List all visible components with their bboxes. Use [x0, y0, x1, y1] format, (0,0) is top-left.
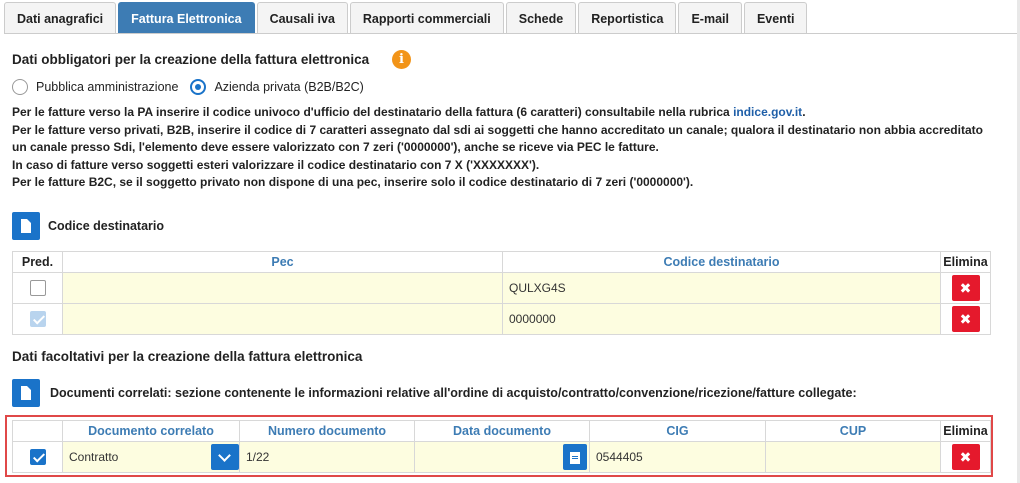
elimina-cell: ✖: [940, 272, 991, 304]
col-header-elimina: Elimina: [940, 251, 991, 273]
info-icon[interactable]: i: [392, 50, 411, 69]
documenti-correlati-table: Documento correlato Numero documento Dat…: [12, 420, 991, 473]
calendar-icon[interactable]: [563, 444, 587, 470]
add-codice-destinatario-button[interactable]: [12, 212, 40, 240]
document-icon: [21, 386, 31, 400]
instructions-text: Per le fatture verso la PA inserire il c…: [12, 104, 997, 192]
radio-label-pa: Pubblica amministrazione: [36, 80, 179, 94]
col-header-cup[interactable]: CUP: [765, 420, 941, 442]
indice-gov-link[interactable]: indice.gov.it: [733, 105, 802, 119]
tab-reportistica[interactable]: Reportistica: [578, 2, 677, 34]
recipient-type-radio-group: Pubblica amministrazione Azienda privata…: [12, 79, 376, 95]
elimina-cell: ✖: [940, 303, 991, 335]
table-row: QULXG4S ✖: [12, 272, 991, 304]
col-header-documento[interactable]: Documento correlato: [62, 420, 240, 442]
tab-bar: Dati anagrafici Fattura Elettronica Caus…: [4, 2, 809, 34]
row-checkbox[interactable]: [29, 449, 46, 465]
table-row: Contratto 1/22 0544405 ✖: [12, 441, 991, 473]
tab-eventi[interactable]: Eventi: [743, 2, 808, 34]
cup-field[interactable]: [765, 441, 941, 473]
radio-label-privata: Azienda privata (B2B/B2C): [214, 80, 364, 94]
optional-title: Dati facoltativi per la creazione della …: [12, 349, 363, 364]
tab-divider: [4, 33, 1020, 34]
table-header: Documento correlato Numero documento Dat…: [12, 420, 991, 442]
delete-button[interactable]: ✖: [951, 444, 980, 470]
codice-destinatario-label: Codice destinatario: [48, 219, 164, 233]
tab-fattura-elettronica[interactable]: Fattura Elettronica: [118, 2, 255, 34]
chevron-down-icon[interactable]: [211, 444, 239, 470]
col-header-elimina: Elimina: [940, 420, 991, 442]
elimina-cell: ✖: [940, 441, 991, 473]
radio-azienda-privata[interactable]: [190, 79, 207, 95]
codice-field[interactable]: QULXG4S: [502, 272, 941, 304]
instruction-text: Per le fatture verso la PA inserire il c…: [12, 105, 734, 119]
instruction-line-b2c: Per le fatture B2C, se il soggetto priva…: [12, 175, 694, 189]
col-header-numero[interactable]: Numero documento: [239, 420, 415, 442]
tab-schede[interactable]: Schede: [505, 2, 577, 34]
instruction-line-pa: Per le fatture verso la PA inserire il c…: [12, 104, 997, 122]
radio-pubblica-amministrazione[interactable]: [12, 79, 28, 95]
cig-field[interactable]: 0544405: [589, 441, 766, 473]
documenti-correlati-label: Documenti correlati: sezione contenente …: [50, 386, 857, 400]
col-header-cig[interactable]: CIG: [589, 420, 766, 442]
codice-field[interactable]: 0000000: [502, 303, 941, 335]
col-header-codice[interactable]: Codice destinatario: [502, 251, 941, 273]
col-header-pred: Pred.: [12, 251, 63, 273]
pred-cell: [12, 272, 63, 304]
codice-destinatario-table: Pred. Pec Codice destinatario Elimina QU…: [12, 251, 991, 335]
delete-button[interactable]: ✖: [951, 275, 980, 301]
numero-field[interactable]: 1/22: [239, 441, 415, 473]
pred-checkbox[interactable]: [29, 311, 46, 327]
table-row: 0000000 ✖: [12, 303, 991, 335]
tab-causali-iva[interactable]: Causali iva: [256, 2, 348, 34]
data-field[interactable]: [414, 441, 590, 473]
select-cell: [12, 441, 63, 473]
pec-field[interactable]: [62, 272, 503, 304]
table-header: Pred. Pec Codice destinatario Elimina: [12, 251, 991, 273]
tab-rapporti-commerciali[interactable]: Rapporti commerciali: [349, 2, 504, 34]
pec-field[interactable]: [62, 303, 503, 335]
document-icon: [21, 219, 31, 233]
col-header-pec[interactable]: Pec: [62, 251, 503, 273]
documento-select[interactable]: Contratto: [62, 441, 240, 473]
tab-email[interactable]: E-mail: [678, 2, 742, 34]
instruction-line-b2b: Per le fatture verso privati, B2B, inser…: [12, 122, 983, 155]
add-documento-correlato-button[interactable]: [12, 379, 40, 407]
tab-dati-anagrafici[interactable]: Dati anagrafici: [4, 2, 117, 34]
col-header-select: [12, 420, 63, 442]
instruction-punct: .: [802, 105, 806, 119]
documento-select-value: Contratto: [69, 450, 119, 464]
mandatory-title: Dati obbligatori per la creazione della …: [12, 52, 370, 67]
col-header-data[interactable]: Data documento: [414, 420, 590, 442]
delete-button[interactable]: ✖: [951, 306, 980, 332]
instruction-line-foreign: In caso di fatture verso soggetti esteri…: [12, 157, 540, 172]
pred-cell: [12, 303, 63, 335]
pred-checkbox[interactable]: [29, 280, 46, 296]
